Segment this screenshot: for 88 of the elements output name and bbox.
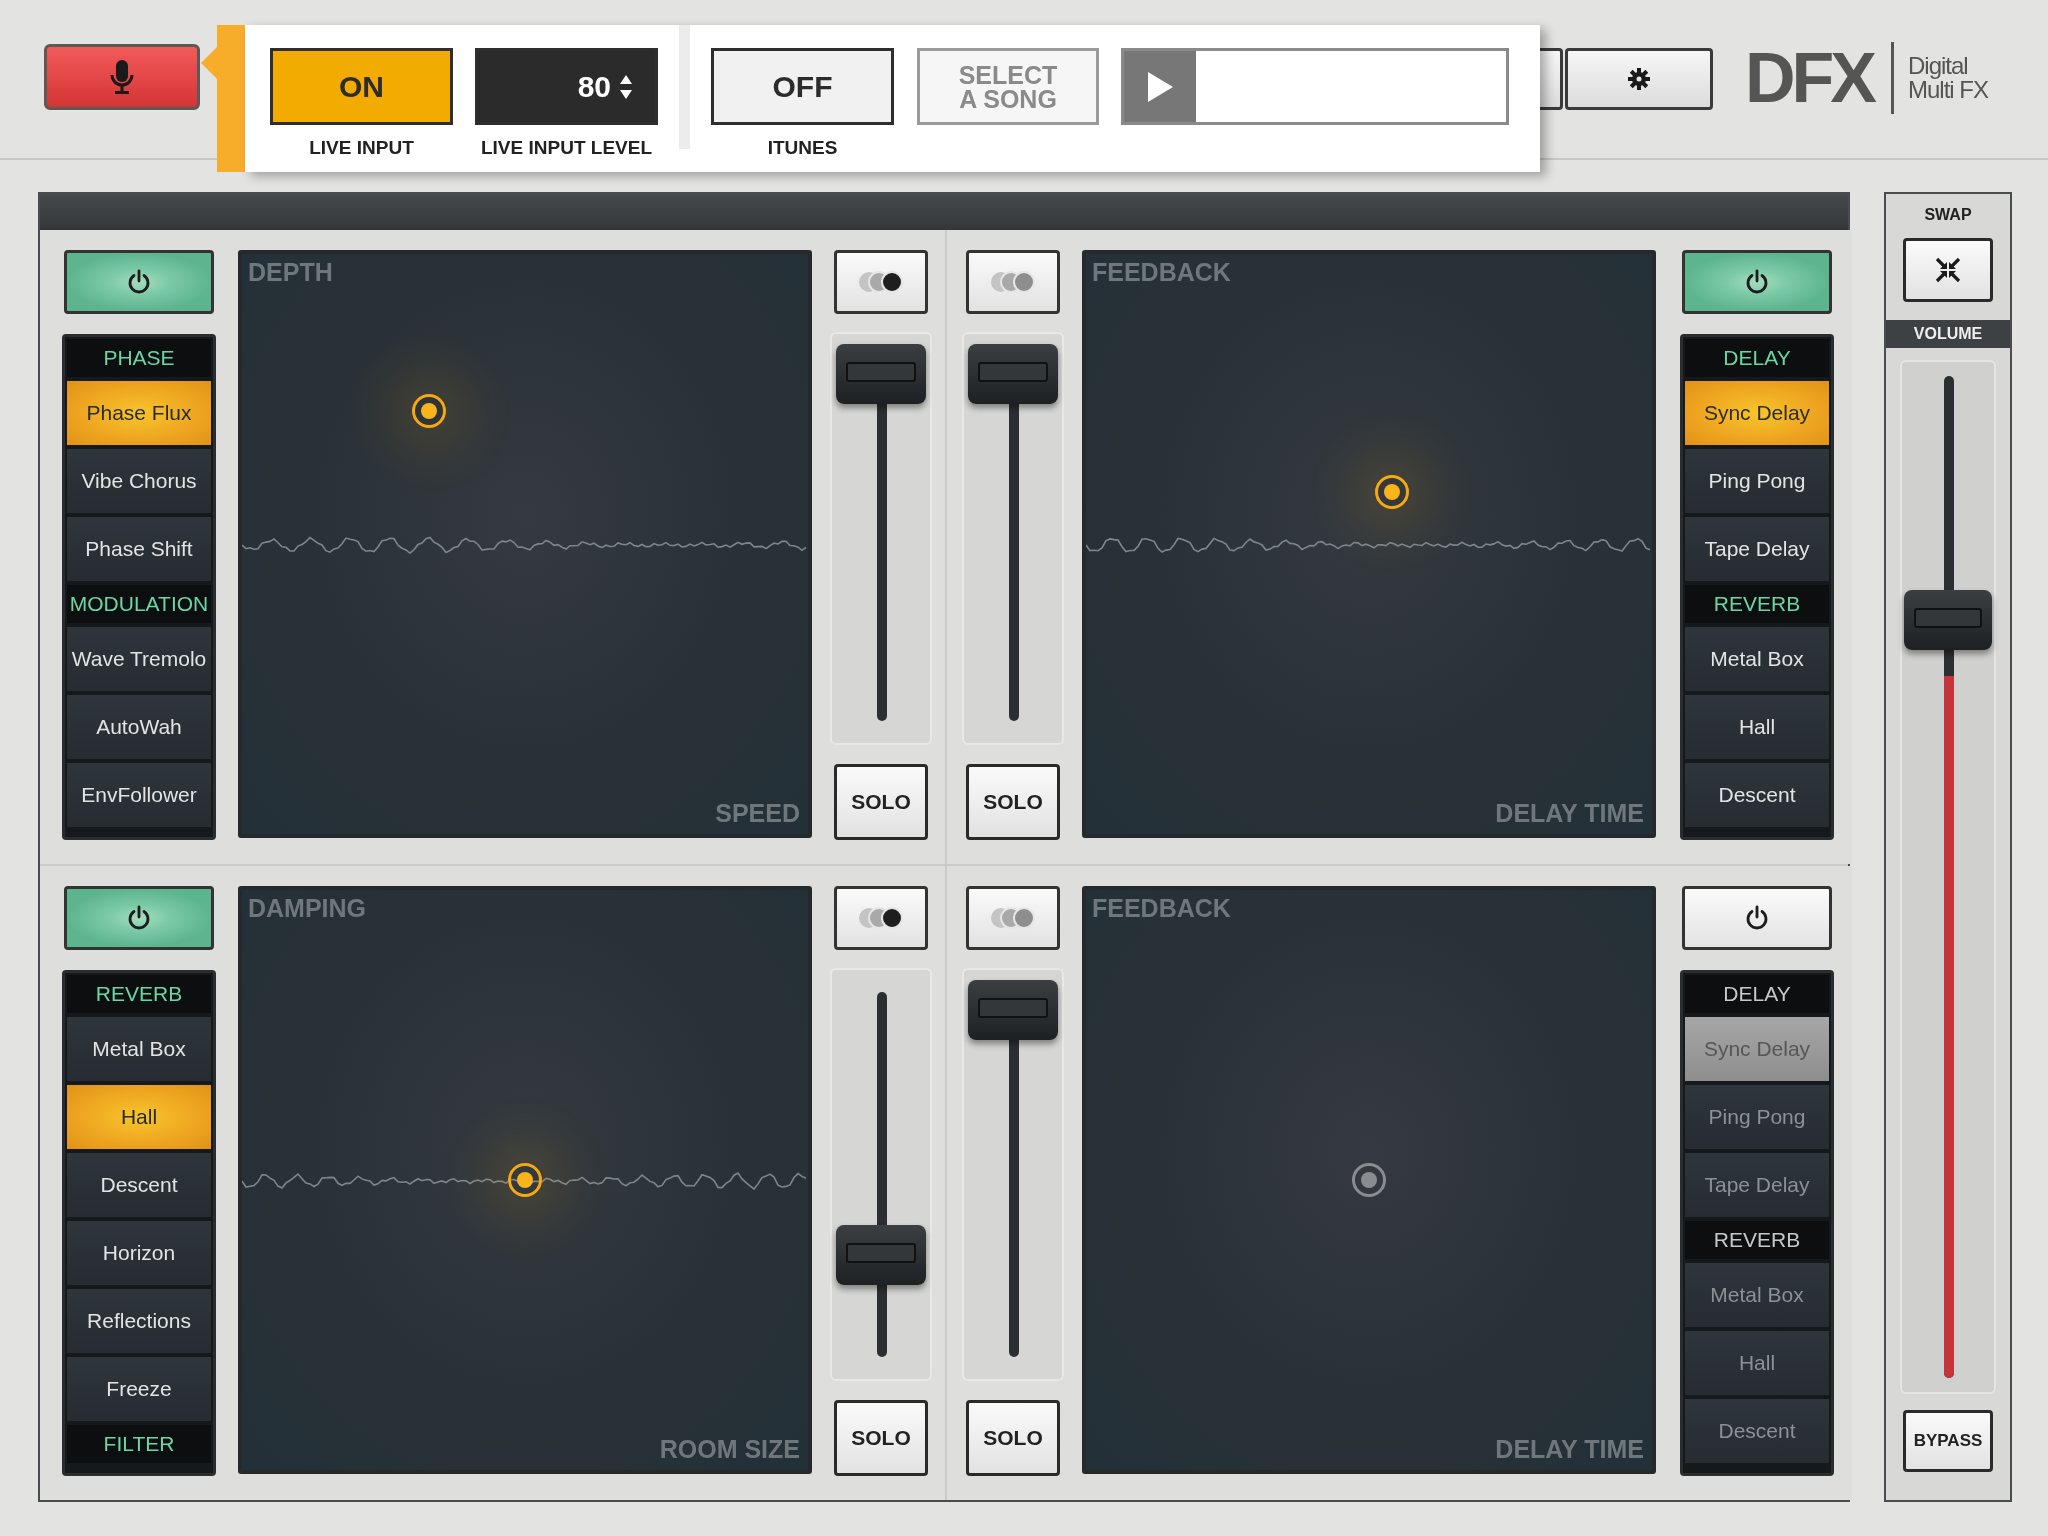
effect-item[interactable]: Sync Delay <box>1685 381 1829 445</box>
play-button[interactable] <box>1124 51 1196 122</box>
fader-thumb[interactable] <box>836 343 926 404</box>
category-header: DELAY <box>1685 975 1829 1013</box>
effect-item[interactable]: Hall <box>1685 1331 1829 1395</box>
effect-item[interactable]: Reflections <box>67 1289 211 1353</box>
effect-item[interactable]: Phase Shift <box>67 517 211 581</box>
power-icon <box>1744 269 1770 295</box>
power-button[interactable] <box>1682 250 1832 314</box>
solo-button[interactable]: SOLO <box>834 1400 928 1476</box>
effect-item[interactable]: Phase Flux <box>67 381 211 445</box>
settings-button[interactable] <box>1565 48 1713 110</box>
category-header: REVERB <box>1685 1221 1829 1259</box>
x-axis-label: DELAY TIME <box>1495 799 1644 828</box>
link-toggle[interactable] <box>834 250 928 314</box>
itunes-label: ITUNES <box>767 137 838 159</box>
category-header: MODULATION <box>67 585 211 623</box>
effect-item[interactable]: Metal Box <box>1685 627 1829 691</box>
solo-button[interactable]: SOLO <box>834 764 928 840</box>
pad-handle[interactable] <box>508 1163 542 1197</box>
logo-mark: DFX <box>1745 42 1894 114</box>
effect-item[interactable]: Tape Delay <box>1685 517 1829 581</box>
effect-item[interactable]: Horizon <box>67 1221 211 1285</box>
bypass-button[interactable]: BYPASS <box>1903 1410 1993 1472</box>
live-input-label: LIVE INPUT <box>309 137 414 159</box>
category-header: PHASE <box>67 339 211 377</box>
swap-button[interactable] <box>1903 238 1993 302</box>
category-header: REVERB <box>1685 585 1829 623</box>
effect-item[interactable]: Descent <box>67 1153 211 1217</box>
link-toggle[interactable] <box>966 886 1060 950</box>
effect-item[interactable]: Descent <box>1685 1399 1829 1463</box>
effect-item[interactable]: Ping Pong <box>1685 449 1829 513</box>
microphone-icon <box>110 59 134 95</box>
effect-item[interactable]: Vibe Chorus <box>67 449 211 513</box>
effect-item[interactable]: Freeze <box>67 1357 211 1421</box>
power-button[interactable] <box>1682 886 1832 950</box>
effect-item[interactable]: Metal Box <box>67 1017 211 1081</box>
power-icon <box>126 905 152 931</box>
fader-thumb[interactable] <box>836 1224 926 1285</box>
volume-label: VOLUME <box>1886 320 2010 348</box>
link-toggle[interactable] <box>834 886 928 950</box>
effect-item[interactable]: Wave Tremolo <box>67 627 211 691</box>
category-header: DELAY <box>1685 339 1829 377</box>
solo-button[interactable]: SOLO <box>966 1400 1060 1476</box>
settings-icon <box>1628 68 1650 90</box>
toggle-icon <box>857 905 905 930</box>
arrows-in-icon <box>1935 257 1961 283</box>
live-input-button[interactable]: ON <box>270 48 453 125</box>
solo-button[interactable]: SOLO <box>966 764 1060 840</box>
logo-name: Digital Multi FX <box>1908 54 1990 102</box>
level-stepper[interactable]: 80 <box>475 48 658 125</box>
effect-item[interactable]: Hall <box>1685 695 1829 759</box>
effect-item[interactable]: Tape Delay <box>1685 1153 1829 1217</box>
volume-thumb[interactable] <box>1904 589 1992 650</box>
power-icon <box>1744 905 1770 931</box>
fader-thumb[interactable] <box>968 979 1058 1040</box>
x-axis-label: SPEED <box>715 799 800 828</box>
itunes-button[interactable]: OFF <box>711 48 894 125</box>
effect-item[interactable]: Metal Box <box>1685 1263 1829 1327</box>
power-button[interactable] <box>64 886 214 950</box>
pad-handle[interactable] <box>1374 474 1409 509</box>
pad-handle[interactable] <box>411 393 446 428</box>
effect-item[interactable]: Ping Pong <box>1685 1085 1829 1149</box>
stepper-arrows-icon <box>619 73 633 100</box>
link-toggle[interactable] <box>966 250 1060 314</box>
effect-item[interactable]: AutoWah <box>67 695 211 759</box>
x-axis-label: ROOM SIZE <box>659 1435 800 1464</box>
y-axis-label: FEEDBACK <box>1092 894 1231 923</box>
effect-item[interactable]: Hall <box>67 1085 211 1149</box>
play-icon <box>1146 70 1174 103</box>
level-label: LIVE INPUT LEVEL <box>481 137 652 159</box>
toggle-icon <box>857 269 905 294</box>
swap-label: SWAP <box>1924 206 1972 224</box>
effect-item[interactable]: EnvFollower <box>67 763 211 827</box>
microphone-button[interactable] <box>44 44 200 110</box>
x-axis-label: DELAY TIME <box>1495 1435 1644 1464</box>
y-axis-label: DEPTH <box>248 258 333 287</box>
pad-handle[interactable] <box>1352 1163 1386 1197</box>
category-header: FILTER <box>67 1425 211 1463</box>
fader-thumb[interactable] <box>968 343 1058 404</box>
toggle-icon <box>989 269 1037 294</box>
y-axis-label: FEEDBACK <box>1092 258 1231 287</box>
power-icon <box>126 269 152 295</box>
power-button[interactable] <box>64 250 214 314</box>
y-axis-label: DAMPING <box>248 894 367 923</box>
category-header: REVERB <box>67 975 211 1013</box>
toggle-icon <box>989 905 1037 930</box>
effect-item[interactable]: Descent <box>1685 763 1829 827</box>
